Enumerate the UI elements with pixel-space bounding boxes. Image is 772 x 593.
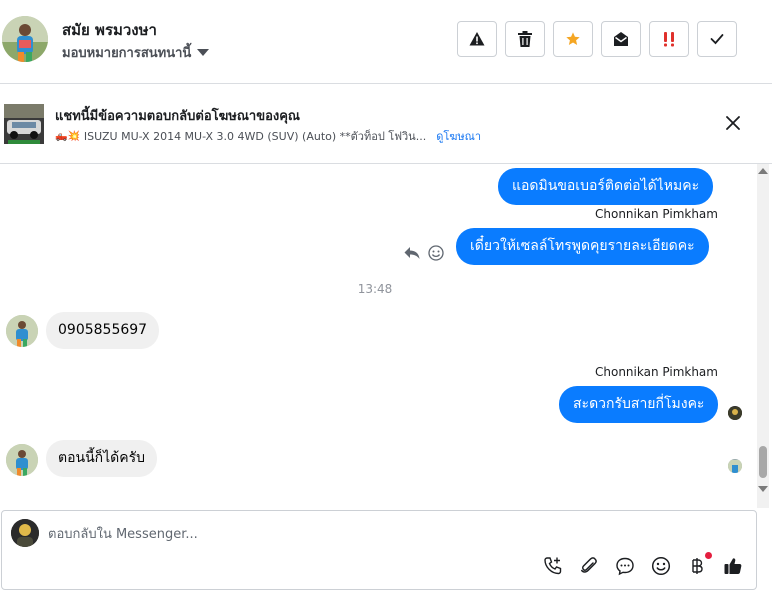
close-icon bbox=[726, 116, 740, 130]
delete-button[interactable] bbox=[505, 21, 545, 57]
trash-icon bbox=[518, 31, 532, 47]
thumbs-up-icon bbox=[724, 558, 742, 574]
ad-description: ISUZU MU-X 2014 MU-X 3.0 4WD (SUV) (Auto… bbox=[83, 130, 427, 143]
close-banner-button[interactable] bbox=[722, 112, 744, 134]
contact-avatar-small[interactable] bbox=[6, 444, 38, 476]
baht-icon bbox=[692, 558, 703, 574]
mark-important-button[interactable] bbox=[649, 21, 689, 57]
warning-icon bbox=[469, 32, 485, 46]
emoji-reaction-icon[interactable] bbox=[428, 245, 444, 261]
outgoing-message[interactable]: เดี๋ยวให้เซลล์โทรพูดคุยรายละเอียดคะ bbox=[456, 228, 709, 265]
mark-done-button[interactable] bbox=[697, 21, 737, 57]
sender-name: Chonnikan Pimkham bbox=[595, 207, 718, 221]
message-text: สะดวกรับสายกี่โมงคะ bbox=[573, 396, 705, 412]
conversation-header: สมัย พรมวงษา มอบหมายการสนทนานี้ bbox=[0, 0, 772, 84]
composer-actions bbox=[542, 552, 744, 577]
star-icon bbox=[566, 32, 580, 45]
reply-input[interactable] bbox=[48, 523, 728, 545]
saved-reply-button[interactable] bbox=[614, 555, 636, 577]
ad-title: แชทนี้มีข้อความตอบกลับต่อโฆษณาของคุณ bbox=[55, 109, 300, 124]
attach-button[interactable] bbox=[578, 555, 600, 577]
emoji-icon bbox=[651, 556, 671, 576]
scrollbar-thumb[interactable] bbox=[759, 446, 767, 478]
paperclip-icon bbox=[581, 557, 597, 573]
double-exclamation-icon bbox=[664, 32, 674, 47]
message-timestamp: 13:48 bbox=[357, 282, 393, 296]
reply-composer bbox=[1, 510, 757, 590]
page-avatar bbox=[11, 519, 39, 547]
report-spam-button[interactable] bbox=[457, 21, 497, 57]
scroll-up-arrow-icon[interactable] bbox=[758, 168, 768, 174]
message-text: แอดมินขอเบอร์ติดต่อได้ไหมคะ bbox=[512, 178, 700, 194]
incoming-message[interactable]: 0905855697 bbox=[46, 312, 160, 349]
contact-avatar[interactable] bbox=[2, 16, 48, 62]
contact-avatar-small[interactable] bbox=[6, 315, 38, 347]
emoji-button[interactable] bbox=[650, 555, 672, 577]
ad-description-row: 🛻💥 ISUZU MU-X 2014 MU-X 3.0 4WD (SUV) (A… bbox=[55, 127, 481, 145]
caret-down-icon bbox=[197, 49, 210, 56]
seen-avatar bbox=[728, 459, 742, 473]
view-ad-link[interactable]: ดูโฆษณา bbox=[436, 127, 481, 145]
ad-thumbnail[interactable] bbox=[4, 104, 44, 144]
scroll-down-arrow-icon[interactable] bbox=[758, 486, 768, 492]
payment-button[interactable] bbox=[686, 552, 712, 577]
message-thread[interactable]: แอดมินขอเบอร์ติดต่อได้ไหมคะ Chonnikan Pi… bbox=[0, 164, 772, 508]
read-receipt-avatar bbox=[728, 406, 742, 420]
outgoing-message[interactable]: สะดวกรับสายกี่โมงคะ bbox=[559, 386, 719, 423]
check-icon bbox=[710, 34, 724, 45]
star-button[interactable] bbox=[553, 21, 593, 57]
notification-dot bbox=[705, 552, 712, 559]
assign-conversation-dropdown[interactable]: มอบหมายการสนทนานี้ bbox=[62, 42, 210, 63]
mark-unread-button[interactable] bbox=[601, 21, 641, 57]
ad-reply-banner: แชทนี้มีข้อความตอบกลับต่อโฆษณาของคุณ 🛻💥 … bbox=[0, 84, 772, 164]
contact-name[interactable]: สมัย พรมวงษา bbox=[62, 18, 157, 42]
sender-name: Chonnikan Pimkham bbox=[595, 365, 718, 379]
ad-emoji: 🛻💥 bbox=[55, 130, 80, 142]
conversation-toolbar bbox=[457, 21, 737, 57]
message-text: เดี๋ยวให้เซลล์โทรพูดคุยรายละเอียดคะ bbox=[470, 238, 695, 254]
call-add-button[interactable] bbox=[542, 555, 564, 577]
saved-reply-icon bbox=[616, 557, 634, 576]
outgoing-message[interactable]: แอดมินขอเบอร์ติดต่อได้ไหมคะ bbox=[498, 168, 714, 205]
call-add-icon bbox=[544, 557, 562, 575]
message-text: ตอนนี้ก็ได้ครับ bbox=[58, 450, 146, 466]
envelope-open-icon bbox=[614, 32, 628, 46]
reply-icon[interactable] bbox=[404, 246, 420, 260]
incoming-message[interactable]: ตอนนี้ก็ได้ครับ bbox=[46, 440, 158, 477]
assign-label: มอบหมายการสนทนานี้ bbox=[62, 46, 192, 61]
message-text: 0905855697 bbox=[58, 322, 148, 338]
like-button[interactable] bbox=[722, 555, 744, 577]
